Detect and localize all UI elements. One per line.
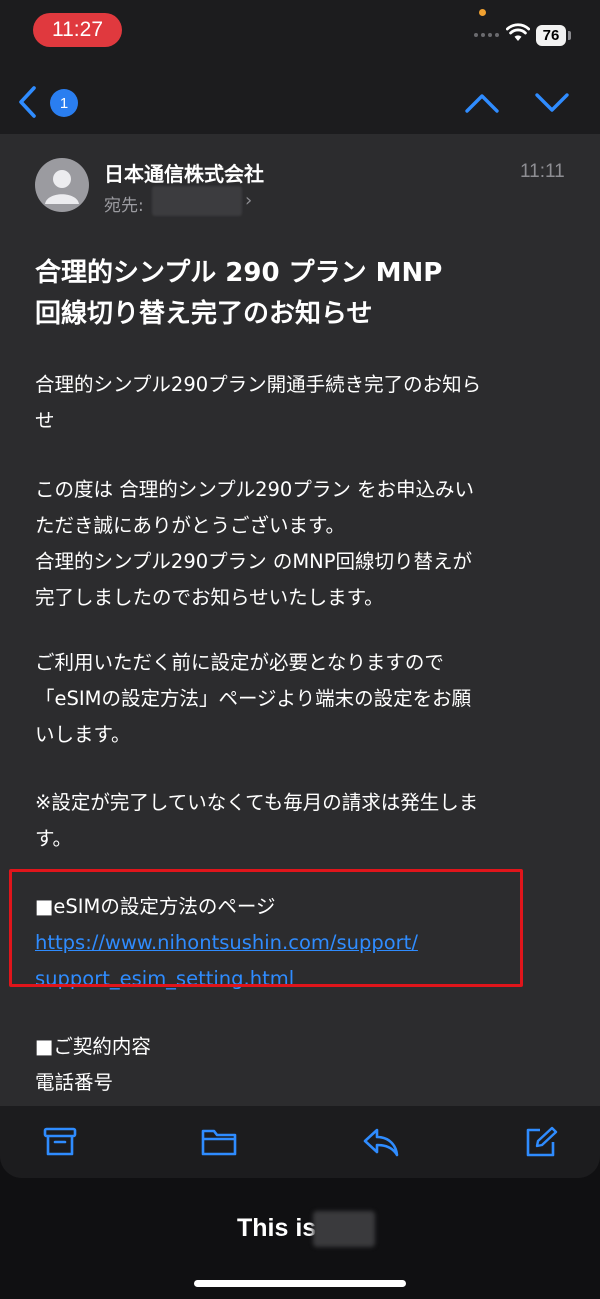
body-line: この度は 合理的シンプル290プラン をお申込みい (35, 478, 475, 501)
mail-body-area[interactable]: 日本通信株式会社 宛先: › 11:11 合理的シンプル 290 プラン MNP… (0, 134, 600, 1106)
body-line: せ (35, 409, 55, 432)
contract-section: ■ご契約内容 電話番号 (35, 1029, 575, 1101)
back-chevron-icon[interactable] (15, 84, 41, 120)
redacted-banner-text (313, 1211, 375, 1247)
battery-level: 76 (536, 25, 566, 46)
body-line: 完了しましたのでお知らせいたします。 (35, 586, 384, 609)
body-paragraph-2: この度は 合理的シンプル290プラン をお申込みい ただき誠にありがとうございま… (35, 472, 575, 616)
recipient-label: 宛先: (104, 196, 144, 216)
battery-tip (568, 31, 571, 40)
banner-text: This is (237, 1214, 317, 1242)
body-line: ご利用いただく前に設定が必要となりますので (35, 651, 444, 674)
subject-line: 合理的シンプル 290 プラン MNP (35, 258, 443, 288)
body-line: ただき誠にありがとうございます。 (35, 514, 346, 537)
body-line: 合理的シンプル290プラン開通手続き完了のお知ら (35, 373, 482, 396)
contract-heading: ■ご契約内容 (35, 1035, 151, 1058)
body-paragraph-1: 合理的シンプル290プラン開通手続き完了のお知ら せ (35, 367, 575, 439)
status-time[interactable]: 11:27 (33, 13, 122, 47)
sender-name[interactable]: 日本通信株式会社 (104, 158, 264, 187)
body-paragraph-3: ご利用いただく前に設定が必要となりますので 「eSIMの設定方法」ページより端末… (35, 645, 575, 753)
recipient-details-chevron-icon[interactable]: › (245, 190, 252, 211)
mail-app-screen: 11:27 76 1 日本通信株式会社 宛先: › 11:11 合理的シンプル … (0, 0, 600, 1178)
wifi-icon (506, 23, 530, 41)
body-line: 「eSIMの設定方法」ページより端末の設定をお願 (35, 687, 472, 710)
mail-subject: 合理的シンプル 290 プラン MNP 回線切り替え完了のお知らせ (35, 253, 575, 335)
body-paragraph-4: ※設定が完了していなくても毎月の請求は発生しま す。 (35, 785, 575, 857)
mail-nav-bar: 1 (0, 64, 600, 134)
subject-line: 回線切り替え完了のお知らせ (35, 299, 373, 329)
cellular-signal-icon (474, 33, 499, 37)
home-indicator[interactable] (194, 1280, 406, 1287)
privacy-indicator-dot (479, 9, 486, 16)
next-message-chevron-down-icon[interactable] (533, 87, 571, 117)
archive-icon[interactable] (43, 1126, 77, 1158)
redacted-recipient (152, 186, 242, 216)
reply-icon[interactable] (362, 1126, 400, 1158)
body-line: いします。 (35, 723, 131, 746)
previous-message-chevron-up-icon[interactable] (463, 87, 501, 117)
folder-icon[interactable] (200, 1126, 238, 1158)
body-line: す。 (35, 827, 73, 850)
sender-avatar[interactable] (35, 158, 89, 212)
compose-icon[interactable] (524, 1126, 558, 1158)
body-line: ※設定が完了していなくても毎月の請求は発生しま (35, 791, 479, 814)
unread-count-badge[interactable]: 1 (50, 89, 78, 117)
status-bar: 11:27 76 (0, 0, 600, 64)
mail-toolbar (0, 1106, 600, 1178)
person-icon (45, 170, 79, 204)
received-time: 11:11 (520, 161, 565, 182)
bottom-banner: This is (0, 1178, 600, 1299)
highlight-annotation-box (9, 869, 523, 987)
body-line: 合理的シンプル290プラン のMNP回線切り替えが (35, 550, 473, 573)
phone-number-label: 電話番号 (35, 1071, 114, 1094)
